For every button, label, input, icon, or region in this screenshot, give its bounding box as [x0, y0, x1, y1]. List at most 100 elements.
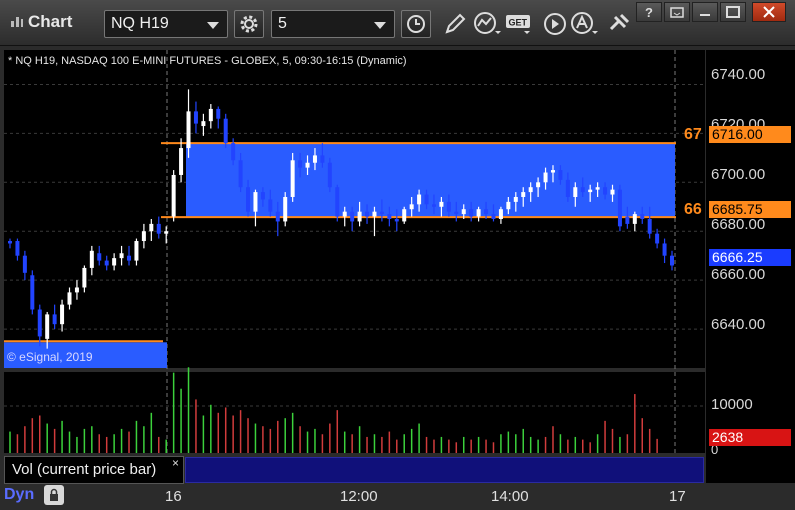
candle-body — [253, 192, 258, 212]
candle-body — [647, 219, 652, 234]
candle-body — [617, 189, 622, 227]
candle-body — [632, 214, 637, 224]
upper-line-price-tag: 6716.00 — [709, 126, 791, 143]
maximize-icon — [726, 6, 740, 18]
lock-button[interactable] — [44, 485, 64, 505]
tools-button[interactable] — [604, 9, 634, 39]
candle-body — [588, 189, 593, 193]
copyright-label: © eSignal, 2019 — [7, 350, 93, 364]
price-axis-label: 6660.00 — [711, 266, 766, 283]
symbol-dropdown-icon[interactable] — [207, 22, 219, 29]
price-axis-label: 6680.00 — [711, 216, 766, 233]
restore-button[interactable] — [664, 2, 690, 22]
alert-button[interactable] — [570, 9, 600, 39]
candle-body — [662, 243, 667, 256]
candle-body — [312, 155, 317, 163]
draw-button[interactable] — [440, 9, 470, 39]
candle-body — [484, 209, 489, 215]
candle-body — [164, 231, 169, 234]
candle-body — [327, 162, 332, 188]
candle-body — [610, 189, 615, 195]
candle-body — [521, 192, 526, 197]
candle-body — [335, 187, 340, 217]
chart-header: * NQ H19, NASDAQ 100 E-MINI FUTURES - GL… — [8, 55, 407, 67]
replay-button[interactable] — [540, 9, 570, 39]
get-data-button[interactable]: GET — [505, 9, 535, 39]
candle-body — [30, 275, 35, 310]
settings-button[interactable] — [234, 10, 264, 38]
candle-body — [431, 204, 436, 207]
volume-panel — [4, 372, 705, 453]
candle-body — [97, 253, 102, 261]
candle-body — [409, 204, 414, 210]
candle-body — [491, 214, 496, 219]
candle-body — [231, 143, 236, 161]
time-axis-label: 14:00 — [491, 488, 529, 505]
title-bar: Chart NQ H19 5 GET ? — [0, 0, 795, 46]
alert-icon — [571, 12, 598, 34]
candle-body — [365, 211, 370, 217]
candle-body — [476, 209, 481, 217]
close-icon — [763, 6, 775, 18]
pencil-icon — [445, 13, 466, 34]
candle-body — [179, 148, 184, 175]
candle-body — [543, 172, 548, 183]
candle-body — [238, 160, 243, 188]
candle-body — [357, 211, 362, 222]
range-band — [186, 143, 675, 218]
candle-body — [149, 223, 154, 232]
candle-body — [82, 267, 87, 288]
volume-panel-label[interactable]: Vol (current price bar) — [4, 456, 184, 484]
indicator-icon — [474, 12, 501, 34]
candle-body — [134, 241, 139, 261]
close-button[interactable] — [752, 2, 786, 22]
interval-dropdown-icon[interactable] — [374, 22, 386, 29]
candle-body — [350, 211, 355, 222]
interval-input[interactable]: 5 — [271, 10, 395, 38]
time-button[interactable] — [401, 10, 431, 38]
price-axis-label: 6700.00 — [711, 166, 766, 183]
candle-body — [37, 309, 42, 337]
restore-icon — [670, 7, 684, 18]
candle-body — [156, 223, 161, 234]
candle-body — [513, 196, 518, 202]
price-chart[interactable] — [0, 46, 795, 510]
candle-body — [640, 214, 645, 219]
clock-icon — [407, 15, 425, 33]
indicator-button[interactable] — [472, 9, 502, 39]
candle-body — [223, 118, 228, 144]
maximize-button[interactable] — [720, 2, 746, 22]
candle-body — [565, 179, 570, 197]
candle-body — [119, 253, 124, 259]
candle-body — [536, 182, 541, 188]
candle-body — [402, 209, 407, 222]
time-axis-label: 17 — [669, 488, 686, 505]
candle-body — [74, 287, 79, 293]
lower-line-price-tag: 6685.75 — [709, 201, 791, 218]
close-panel-icon[interactable]: × — [172, 456, 179, 470]
candle-body — [283, 196, 288, 222]
candle-body — [670, 255, 674, 266]
candle-body — [104, 260, 109, 266]
candle-body — [208, 108, 213, 122]
candle-body — [22, 255, 27, 273]
candle-body — [127, 255, 132, 261]
candle-body — [558, 170, 563, 180]
candle-body — [506, 201, 511, 210]
dynamic-mode-label[interactable]: Dyn — [4, 486, 34, 504]
candle-body — [216, 108, 221, 119]
lower-line-label: 66 — [684, 201, 702, 218]
last-volume-tag: 2638 — [709, 429, 791, 446]
minimize-button[interactable] — [692, 2, 718, 22]
candle-body — [550, 170, 555, 173]
candle-body — [320, 155, 325, 163]
tools-icon — [609, 13, 630, 31]
candle-body — [275, 211, 280, 222]
candle-body — [52, 314, 57, 325]
help-button[interactable]: ? — [636, 2, 662, 22]
candle-body — [580, 187, 585, 193]
candle-body — [60, 304, 65, 325]
symbol-input[interactable]: NQ H19 — [104, 10, 228, 38]
candle-body — [439, 201, 444, 207]
app-title-label: Chart — [28, 12, 73, 31]
